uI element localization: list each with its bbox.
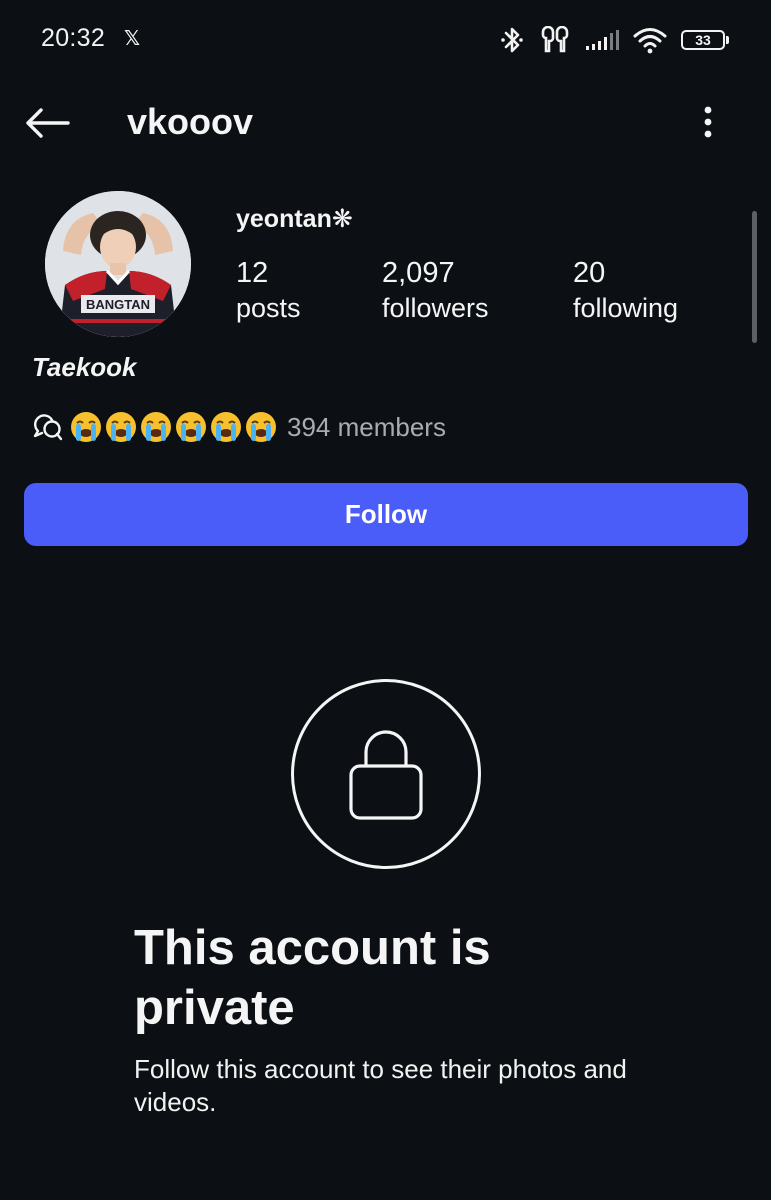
status-bar: 20:32 𝕏 33: [0, 0, 771, 80]
signal-icon: [585, 29, 619, 51]
broadcast-channel-link[interactable]: 394 members: [32, 408, 446, 446]
bio-name: Taekook: [32, 352, 137, 382]
loudly-crying-face-icon: [246, 412, 276, 442]
follow-button[interactable]: Follow: [24, 483, 748, 546]
crying-emojis: [70, 411, 277, 443]
wifi-icon: [633, 26, 667, 54]
private-account-subtitle: Follow this account to see their photos …: [134, 1054, 627, 1117]
x-logo-icon: 𝕏: [124, 28, 141, 50]
private-account-title: This account is private: [134, 921, 491, 1035]
loudly-crying-face-icon: [71, 412, 101, 442]
posts-label: posts: [236, 293, 301, 323]
earbuds-icon: [539, 26, 571, 54]
following-stat[interactable]: 20 following: [573, 256, 678, 326]
header-username: vkooov: [127, 101, 254, 142]
followers-stat[interactable]: 2,097 followers: [382, 256, 489, 326]
lock-circle: [291, 679, 481, 869]
battery-icon: 33: [681, 30, 729, 50]
posts-count: 12: [236, 257, 269, 289]
battery-level: 33: [681, 30, 725, 50]
more-vertical-icon: [704, 106, 712, 138]
back-button[interactable]: [22, 100, 72, 146]
loudly-crying-face-icon: [211, 412, 241, 442]
loudly-crying-face-icon: [106, 412, 136, 442]
lock-icon: [349, 730, 423, 820]
scrollbar-thumb[interactable]: [752, 211, 757, 343]
following-count: 20: [573, 257, 606, 289]
status-icons: 33: [499, 24, 729, 56]
arrow-left-icon: [26, 108, 70, 138]
profile-avatar[interactable]: BANGTAN: [45, 191, 191, 337]
profile-display-name: yeontan❋: [236, 205, 353, 233]
following-label: following: [573, 293, 679, 323]
posts-stat[interactable]: 12 posts: [236, 256, 301, 326]
channel-members-count: 394 members: [287, 411, 446, 442]
followers-label: followers: [382, 293, 489, 323]
svg-text:BANGTAN: BANGTAN: [86, 297, 150, 312]
bluetooth-icon: [499, 25, 525, 55]
status-time: 20:32: [41, 24, 106, 52]
followers-count: 2,097: [382, 257, 455, 289]
loudly-crying-face-icon: [176, 412, 206, 442]
more-options-button[interactable]: [690, 102, 726, 142]
chat-bubbles-icon: [33, 414, 63, 441]
loudly-crying-face-icon: [141, 412, 171, 442]
